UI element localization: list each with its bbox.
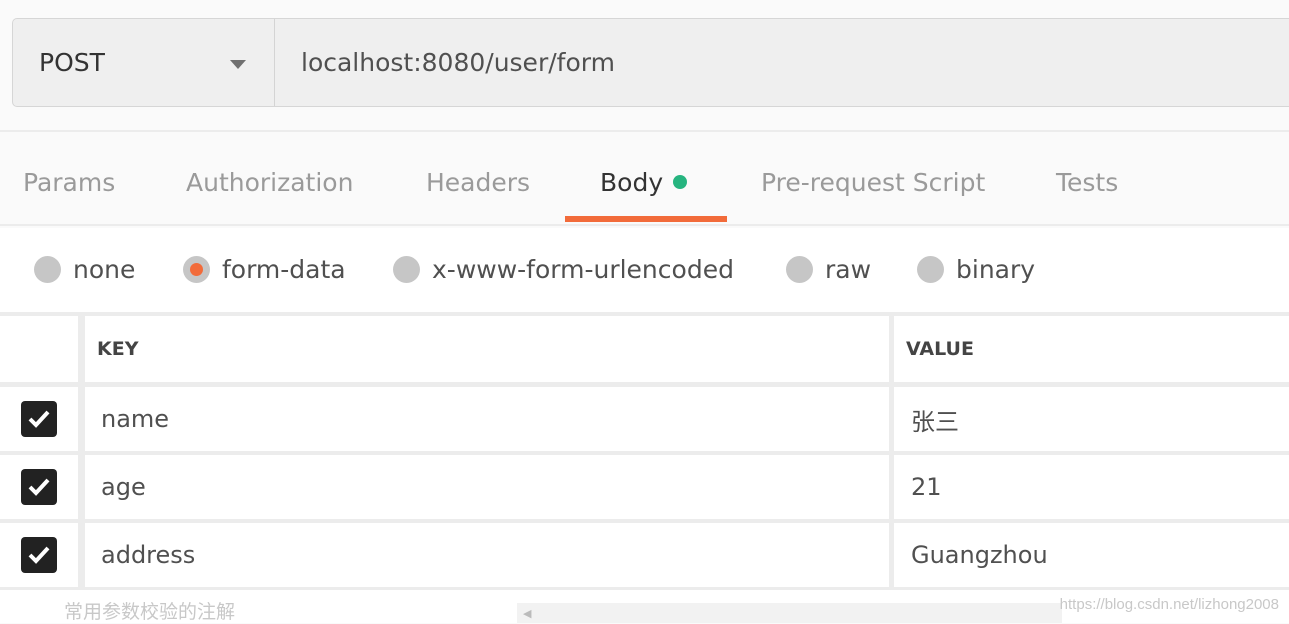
- key-input[interactable]: address: [85, 523, 889, 587]
- radio-icon: [393, 256, 420, 283]
- checkbox-checked-icon: [21, 469, 57, 505]
- image-caption: 常用参数校验的注解: [64, 601, 236, 623]
- radio-label: x-www-form-urlencoded: [432, 255, 734, 284]
- scroll-left-icon[interactable]: ◀: [523, 607, 531, 620]
- radio-label: form-data: [222, 255, 346, 284]
- tab-headers[interactable]: Headers: [426, 168, 530, 197]
- checkbox-checked-icon: [21, 537, 57, 573]
- radio-raw[interactable]: raw: [786, 255, 871, 284]
- column-header-value: VALUE: [894, 316, 1289, 382]
- row-checkbox[interactable]: [0, 455, 78, 519]
- value-input[interactable]: 21: [894, 455, 1289, 519]
- watermark: https://blog.csdn.net/lizhong2008: [1059, 596, 1279, 613]
- horizontal-scrollbar[interactable]: ◀: [517, 603, 1062, 623]
- radio-label: binary: [956, 255, 1036, 284]
- method-select[interactable]: POST: [13, 19, 275, 106]
- tab-tests[interactable]: Tests: [1056, 168, 1118, 197]
- url-bar: POST localhost:8080/user/form: [12, 18, 1289, 107]
- tab-body-label: Body: [600, 168, 664, 197]
- row-checkbox[interactable]: [0, 523, 78, 587]
- radio-selected-icon: [183, 256, 210, 283]
- radio-icon: [917, 256, 944, 283]
- radio-label: none: [73, 255, 136, 284]
- active-tab-underline: [565, 216, 727, 222]
- form-data-table: KEY VALUE name 张三 age 21 address Guangzh…: [0, 312, 1289, 590]
- method-label: POST: [39, 48, 105, 77]
- radio-form-data[interactable]: form-data: [183, 255, 346, 284]
- url-input[interactable]: localhost:8080/user/form: [275, 19, 615, 106]
- radio-icon: [786, 256, 813, 283]
- value-input[interactable]: 张三: [894, 387, 1289, 451]
- tab-body[interactable]: Body: [600, 168, 688, 197]
- column-header-key: KEY: [85, 316, 889, 382]
- value-input[interactable]: Guangzhou: [894, 523, 1289, 587]
- body-type-radios: none form-data x-www-form-urlencoded raw…: [0, 228, 1289, 312]
- status-dot-icon: [673, 175, 688, 189]
- tab-authorization[interactable]: Authorization: [186, 168, 353, 197]
- checkbox-checked-icon: [21, 401, 57, 437]
- row-checkbox[interactable]: [0, 387, 78, 451]
- radio-label: raw: [825, 255, 872, 284]
- tab-params[interactable]: Params: [23, 168, 115, 197]
- key-input[interactable]: age: [85, 455, 889, 519]
- key-input[interactable]: name: [85, 387, 889, 451]
- radio-none[interactable]: none: [34, 255, 135, 284]
- radio-icon: [34, 256, 61, 283]
- chevron-down-icon: [230, 60, 246, 69]
- tab-pre-request-script[interactable]: Pre-request Script: [761, 168, 985, 197]
- request-tabs: Params Authorization Headers Body Pre-re…: [0, 132, 1289, 226]
- radio-binary[interactable]: binary: [917, 255, 1035, 284]
- header-check-cell: [0, 316, 78, 382]
- radio-x-www-form-urlencoded[interactable]: x-www-form-urlencoded: [393, 255, 734, 284]
